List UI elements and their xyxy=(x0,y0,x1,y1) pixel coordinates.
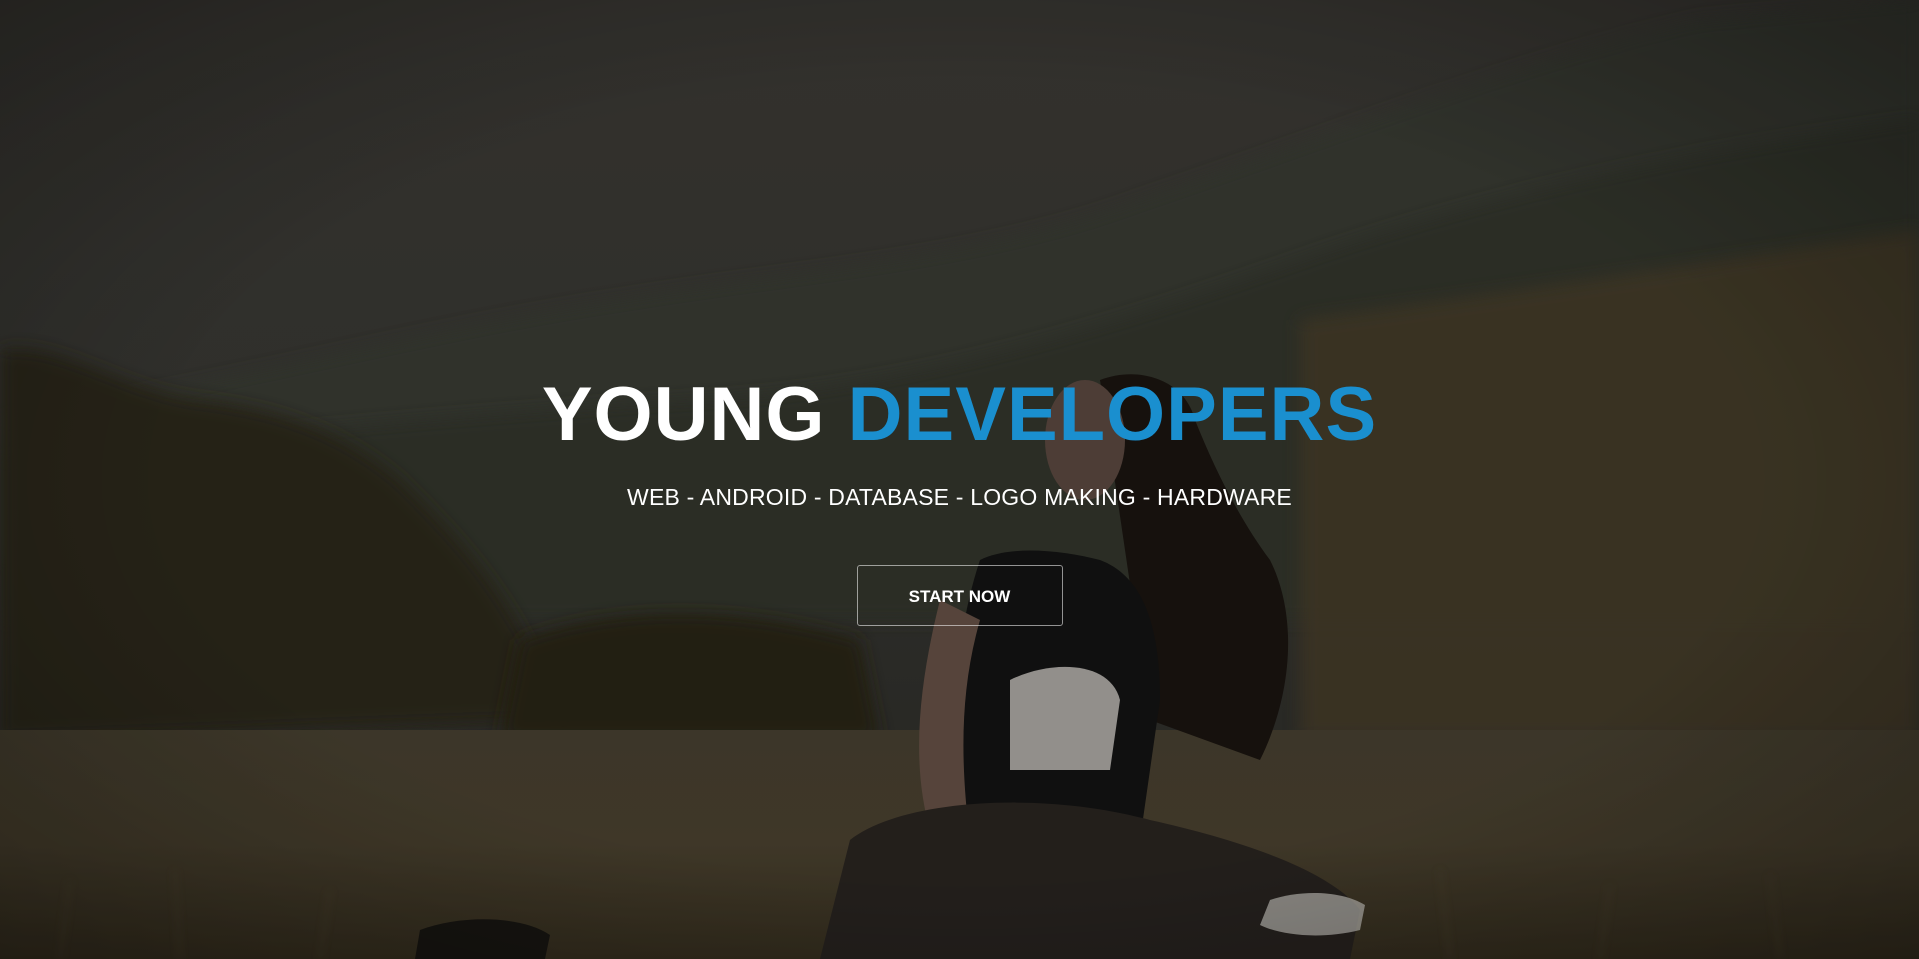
hero-section: YOUNG DEVELOPERS WEB - ANDROID - DATABAS… xyxy=(0,0,1919,959)
hero-tagline: WEB - ANDROID - DATABASE - LOGO MAKING -… xyxy=(627,484,1292,510)
hero-content: YOUNG DEVELOPERS WEB - ANDROID - DATABAS… xyxy=(0,370,1919,626)
hero-title: YOUNG DEVELOPERS xyxy=(0,370,1919,460)
hero-title-white: YOUNG xyxy=(541,372,826,457)
start-now-button[interactable]: START NOW xyxy=(856,565,1063,626)
hero-title-accent: DEVELOPERS xyxy=(847,372,1378,457)
